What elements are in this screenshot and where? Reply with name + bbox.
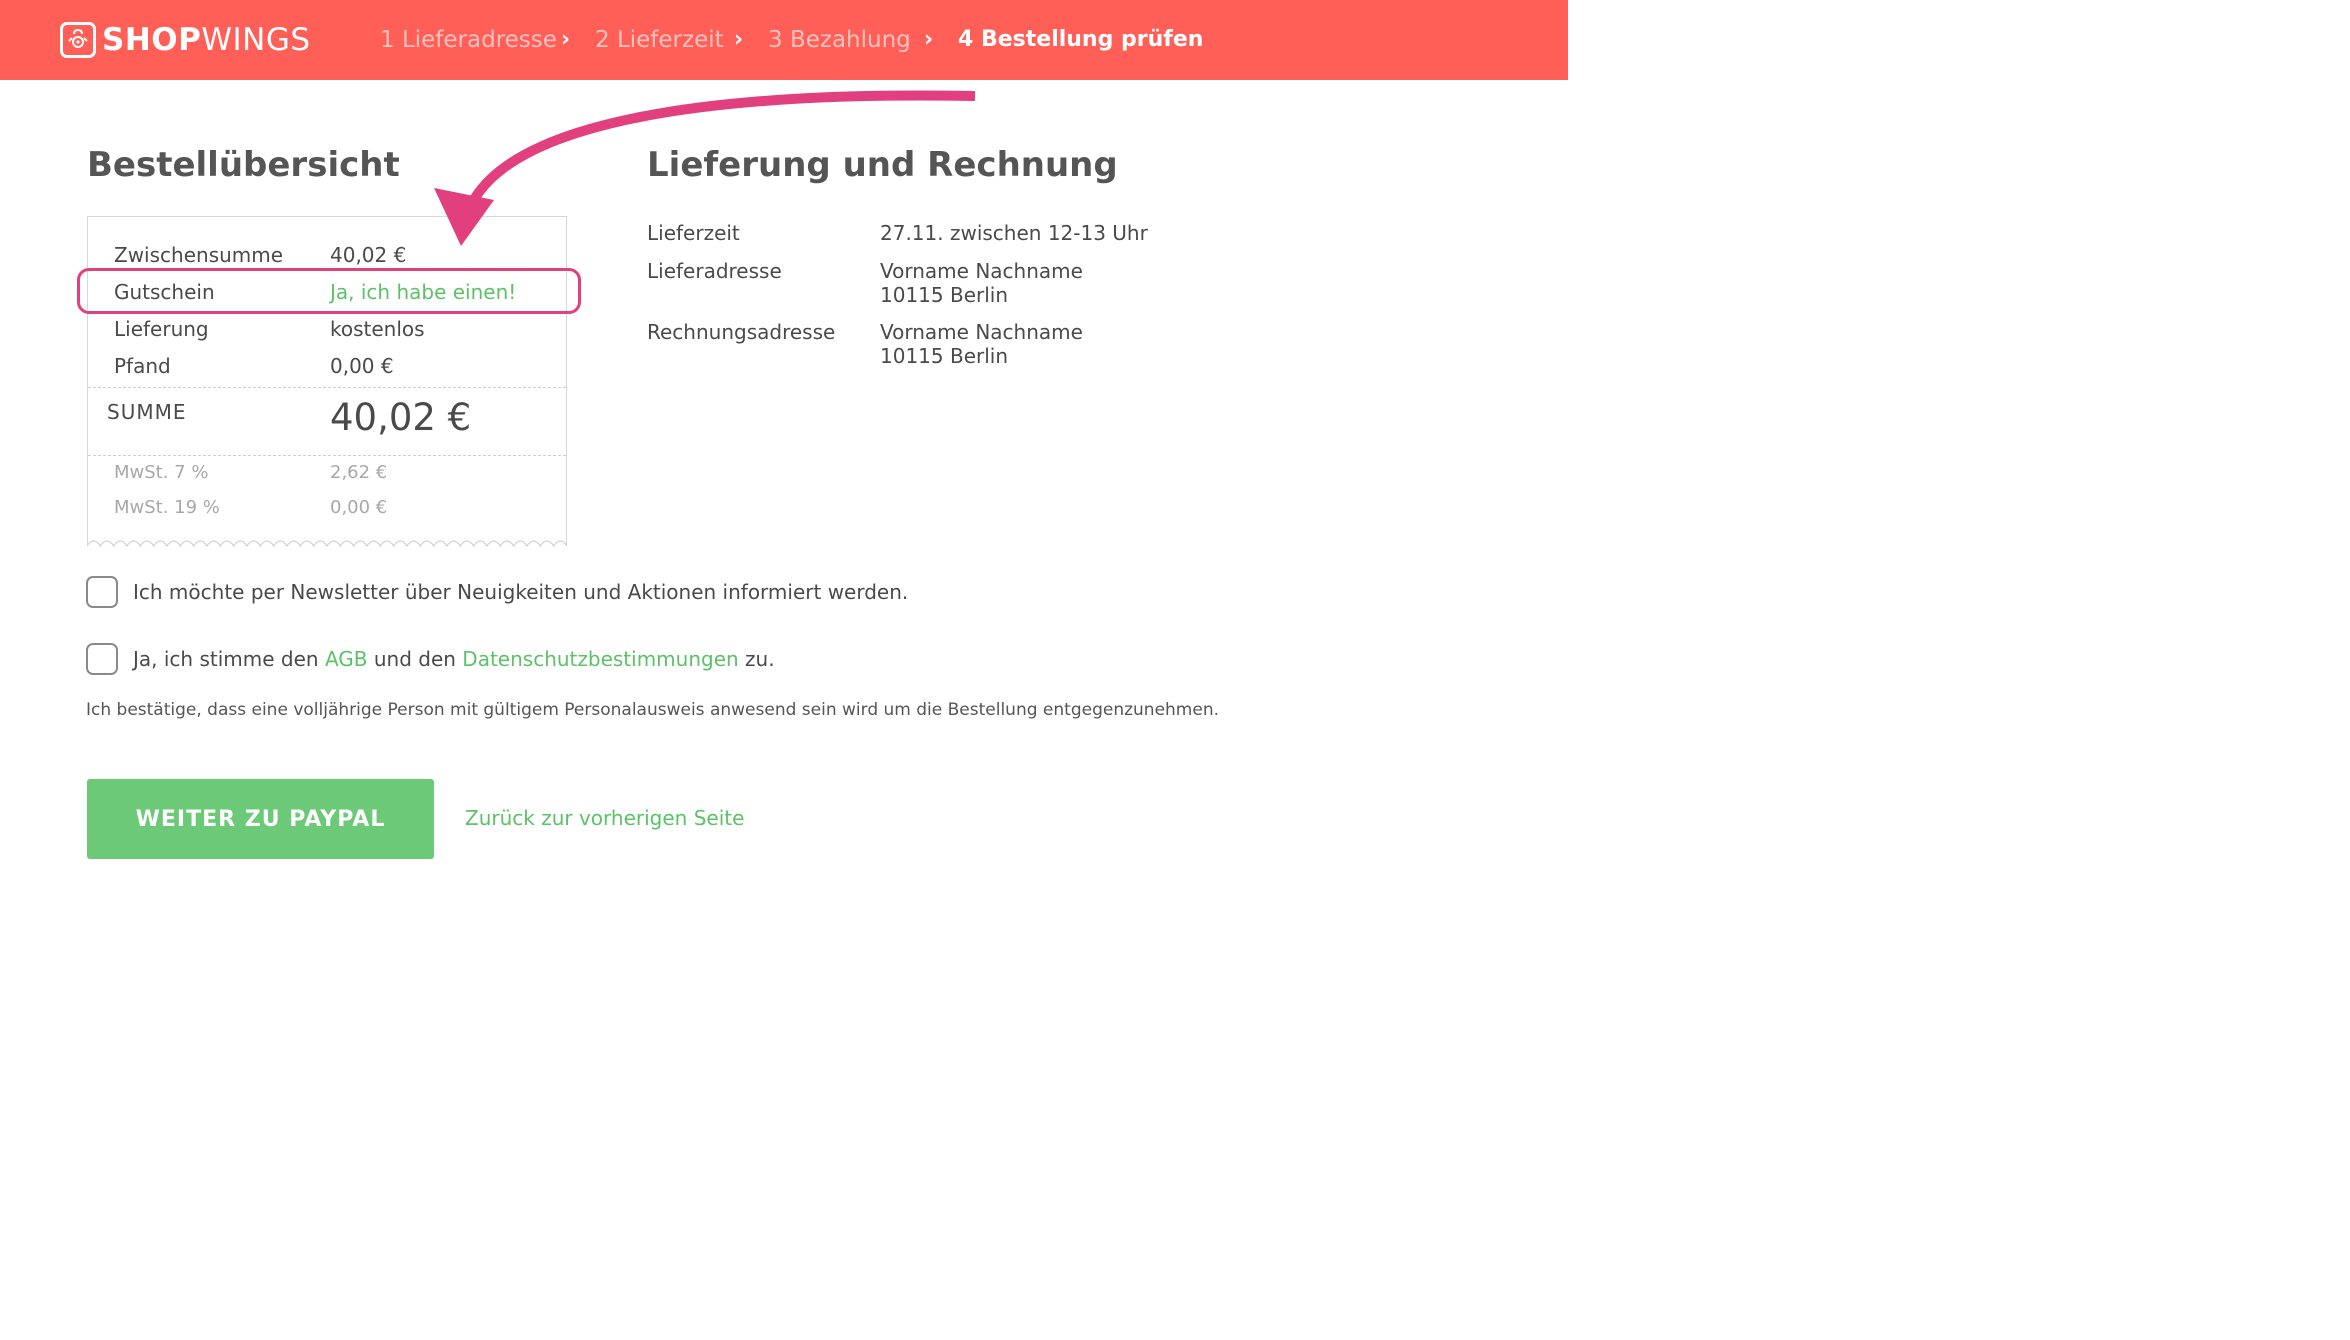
continue-to-paypal-button[interactable]: WEITER ZU PAYPAL bbox=[87, 779, 434, 859]
age-confirmation-text: Ich bestätige, dass eine volljährige Per… bbox=[86, 700, 1219, 720]
total-label: SUMME bbox=[107, 400, 187, 424]
voucher-highlight-frame bbox=[77, 268, 581, 314]
newsletter-row: Ich möchte per Newsletter über Neuigkeit… bbox=[86, 576, 908, 608]
vat-7-value: 2,62 € bbox=[330, 462, 388, 483]
step-bestellung-pruefen: 4 Bestellung prüfen bbox=[958, 27, 1204, 52]
back-link[interactable]: Zurück zur vorherigen Seite bbox=[465, 804, 744, 832]
receipt-scalloped-edge bbox=[87, 540, 567, 548]
delivery-title: Lieferung und Rechnung bbox=[647, 145, 1118, 185]
newsletter-label: Ich möchte per Newsletter über Neuigkeit… bbox=[133, 580, 909, 604]
billing-address-name: Vorname Nachname bbox=[880, 320, 1083, 344]
order-summary-card: Zwischensumme 40,02 € Gutschein Ja, ich … bbox=[87, 216, 567, 546]
shopping-bag-icon bbox=[60, 22, 96, 58]
step-bezahlung[interactable]: 3 Bezahlung bbox=[768, 24, 911, 56]
step-lieferadresse[interactable]: 1 Lieferadresse bbox=[380, 24, 557, 56]
subtotal-value: 40,02 € bbox=[330, 243, 407, 267]
shopwings-logo[interactable]: SHOP WINGS bbox=[60, 20, 311, 60]
delivery-address-city: 10115 Berlin bbox=[880, 283, 1009, 307]
delivery-time-label: Lieferzeit bbox=[647, 221, 740, 245]
delivery-address-name: Vorname Nachname bbox=[880, 259, 1083, 283]
subtotal-label: Zwischensumme bbox=[114, 243, 284, 267]
chevron-right-icon: › bbox=[561, 27, 571, 52]
step-lieferzeit[interactable]: 2 Lieferzeit bbox=[595, 24, 724, 56]
newsletter-checkbox[interactable] bbox=[86, 576, 118, 608]
logo-text-light: WINGS bbox=[201, 22, 311, 58]
vat-19-value: 0,00 € bbox=[330, 497, 388, 518]
billing-address-city: 10115 Berlin bbox=[880, 344, 1009, 368]
divider bbox=[88, 387, 566, 388]
vat-19-label: MwSt. 19 % bbox=[114, 497, 220, 518]
chevron-right-icon: › bbox=[734, 27, 744, 52]
terms-prefix: Ja, ich stimme den bbox=[133, 647, 325, 671]
billing-address-label: Rechnungsadresse bbox=[647, 320, 836, 344]
terms-suffix: zu. bbox=[738, 647, 775, 671]
top-bar: SHOP WINGS 1 Lieferadresse › 2 Lieferzeit… bbox=[0, 0, 1568, 80]
deposit-value: 0,00 € bbox=[330, 354, 394, 378]
delivery-fee-label: Lieferung bbox=[114, 317, 209, 341]
summary-title: Bestellübersicht bbox=[87, 145, 400, 185]
logo-text-bold: SHOP bbox=[102, 22, 202, 58]
terms-row: Ja, ich stimme den AGB und den Datenschu… bbox=[86, 643, 775, 675]
terms-middle: und den bbox=[367, 647, 463, 671]
vat-7-label: MwSt. 7 % bbox=[114, 462, 209, 483]
chevron-right-icon: › bbox=[924, 27, 934, 52]
privacy-link[interactable]: Datenschutzbestimmungen bbox=[462, 647, 738, 671]
deposit-label: Pfand bbox=[114, 354, 171, 378]
delivery-fee-value: kostenlos bbox=[330, 317, 425, 341]
agb-link[interactable]: AGB bbox=[325, 647, 368, 671]
delivery-time-value: 27.11. zwischen 12-13 Uhr bbox=[880, 221, 1148, 245]
total-value: 40,02 € bbox=[330, 396, 472, 439]
delivery-address-label: Lieferadresse bbox=[647, 259, 782, 283]
terms-label: Ja, ich stimme den AGB und den Datenschu… bbox=[133, 645, 775, 673]
divider bbox=[88, 455, 566, 456]
terms-checkbox[interactable] bbox=[86, 643, 118, 675]
